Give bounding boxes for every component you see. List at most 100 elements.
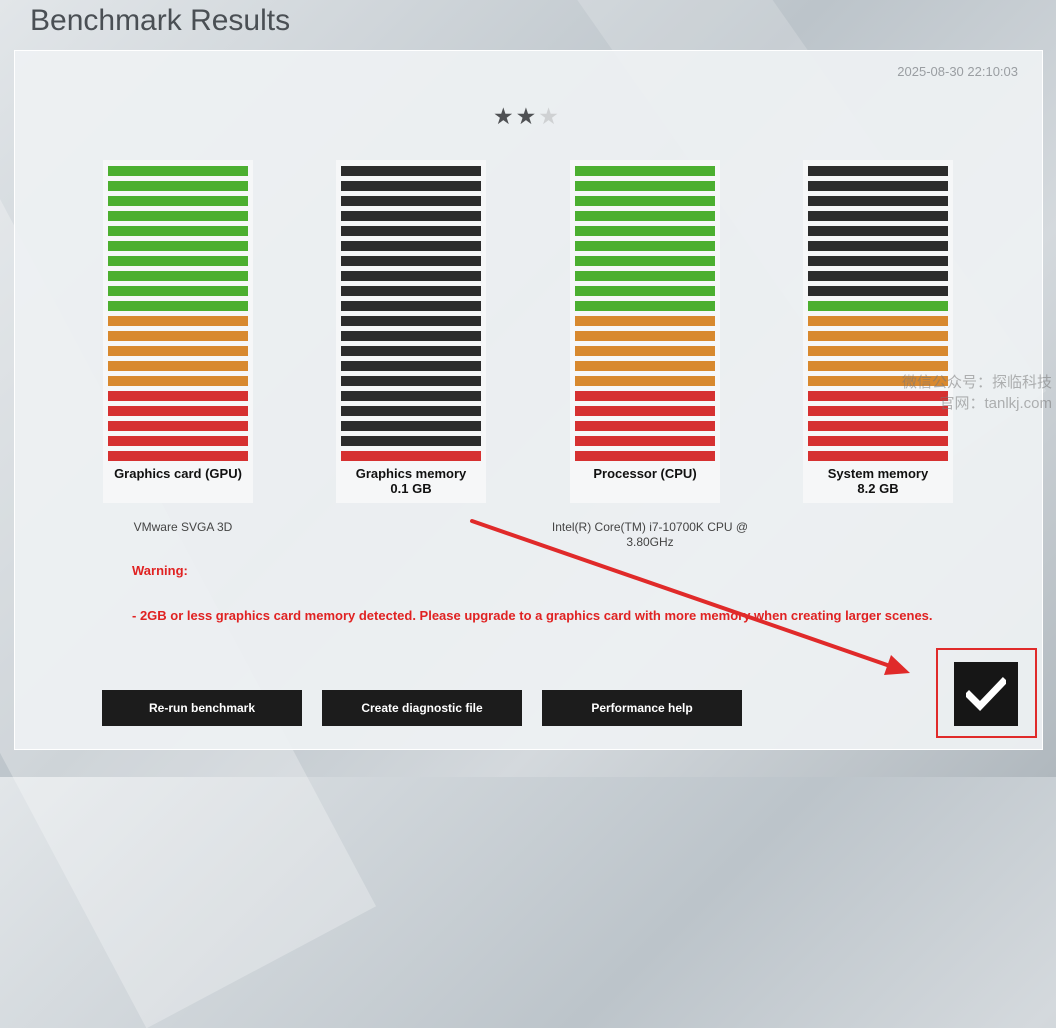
meter-bar xyxy=(575,181,715,191)
confirm-button[interactable] xyxy=(954,662,1018,726)
meter-bar xyxy=(108,271,248,281)
meter-bar xyxy=(575,256,715,266)
meter-bar xyxy=(575,226,715,236)
meter-label: Graphics memory xyxy=(355,466,467,481)
meter-bar xyxy=(575,361,715,371)
meter-bar xyxy=(108,451,248,461)
star-icon: ★ xyxy=(515,103,537,129)
meter-bar xyxy=(575,436,715,446)
meter-bar xyxy=(108,346,248,356)
meter-bar xyxy=(808,181,948,191)
meter-bar xyxy=(575,196,715,206)
meter-cpu: Processor (CPU) xyxy=(570,160,720,503)
meter-bar xyxy=(808,436,948,446)
meter-bar xyxy=(808,196,948,206)
meter-bar xyxy=(808,451,948,461)
meter-bar xyxy=(575,301,715,311)
meter-bar xyxy=(808,271,948,281)
meter-bar xyxy=(341,196,481,206)
checkmark-icon xyxy=(966,677,1006,711)
page-title: Benchmark Results xyxy=(30,4,291,37)
meter-label: System memory xyxy=(827,466,929,481)
meter-bar xyxy=(341,421,481,431)
meter-bar xyxy=(341,391,481,401)
meter-label: Processor (CPU) xyxy=(593,466,697,481)
meter-bar xyxy=(108,406,248,416)
results-panel: 2025-08-30 22:10:03 ★ ★ ★ Graphics card (G… xyxy=(14,50,1043,750)
meter-bar xyxy=(108,196,248,206)
star-rating: ★ ★ ★ xyxy=(493,105,559,128)
meter-bar xyxy=(341,406,481,416)
meter-bar xyxy=(808,241,948,251)
meter-bar xyxy=(108,331,248,341)
meter-bar xyxy=(108,436,248,446)
meter-bar xyxy=(341,286,481,296)
meter-bar xyxy=(575,421,715,431)
meter-bar xyxy=(108,181,248,191)
meter-bar xyxy=(808,361,948,371)
meter-bar xyxy=(575,316,715,326)
meter-bar xyxy=(808,286,948,296)
meter-bar xyxy=(108,256,248,266)
meter-bar xyxy=(341,256,481,266)
meter-bar xyxy=(341,211,481,221)
meter-bar xyxy=(808,421,948,431)
meter-bar xyxy=(341,361,481,371)
rerun-benchmark-button[interactable]: Re-run benchmark xyxy=(102,690,302,726)
cpu-device-name: Intel(R) Core(TM) i7-10700K CPU @ 3.80GH… xyxy=(551,520,749,549)
star-icon: ★ xyxy=(538,103,559,129)
meter-bar xyxy=(575,451,715,461)
meter-bar xyxy=(341,181,481,191)
meter-gpu: Graphics card (GPU) xyxy=(103,160,253,503)
meter-bar xyxy=(341,376,481,386)
meter-bar xyxy=(575,271,715,281)
meter-bar xyxy=(808,226,948,236)
meter-bar xyxy=(108,391,248,401)
meter-bar xyxy=(341,166,481,176)
meter-bar xyxy=(108,301,248,311)
warning-title: Warning: xyxy=(132,563,188,578)
meter-bar xyxy=(808,301,948,311)
meter-bar xyxy=(575,286,715,296)
timestamp: 2025-08-30 22:10:03 xyxy=(897,64,1018,79)
meter-bar xyxy=(575,241,715,251)
warning-text: - 2GB or less graphics card memory detec… xyxy=(132,608,933,623)
meter-bar xyxy=(575,211,715,221)
meter-bar xyxy=(341,316,481,326)
meter-bar xyxy=(108,241,248,251)
meter-bar xyxy=(808,166,948,176)
meter-system-memory: System memory 8.2 GB xyxy=(803,160,953,503)
meter-bar xyxy=(341,451,481,461)
meter-bar xyxy=(108,421,248,431)
star-icon: ★ xyxy=(493,103,514,129)
meter-bar xyxy=(341,331,481,341)
meter-bar xyxy=(341,271,481,281)
meter-bar xyxy=(808,256,948,266)
meter-bar xyxy=(108,376,248,386)
meter-bar xyxy=(808,211,948,221)
meter-bar xyxy=(808,346,948,356)
gpu-device-name: VMware SVGA 3D xyxy=(133,520,233,534)
meter-label: Graphics card (GPU) xyxy=(114,466,242,481)
meter-bar xyxy=(341,226,481,236)
performance-help-button[interactable]: Performance help xyxy=(542,690,742,726)
meter-bar xyxy=(108,166,248,176)
meter-bar xyxy=(575,331,715,341)
create-diagnostic-file-button[interactable]: Create diagnostic file xyxy=(322,690,522,726)
meter-bar xyxy=(575,376,715,386)
meter-bar xyxy=(341,301,481,311)
meter-bar xyxy=(341,436,481,446)
meter-value: 8.2 GB xyxy=(857,481,899,496)
meter-bar xyxy=(341,241,481,251)
meter-value: 0.1 GB xyxy=(390,481,432,496)
meter-bar xyxy=(808,316,948,326)
watermark: 微信公众号：探临科技 官网：tanlkj.com xyxy=(902,372,1052,414)
meter-graphics-memory: Graphics memory 0.1 GB xyxy=(336,160,486,503)
meter-bar xyxy=(108,211,248,221)
meter-bar xyxy=(575,391,715,401)
meter-bar xyxy=(575,406,715,416)
meter-bar xyxy=(575,166,715,176)
meter-bar xyxy=(575,346,715,356)
meter-bar xyxy=(341,346,481,356)
watermark-line: 官网：tanlkj.com xyxy=(939,395,1052,412)
